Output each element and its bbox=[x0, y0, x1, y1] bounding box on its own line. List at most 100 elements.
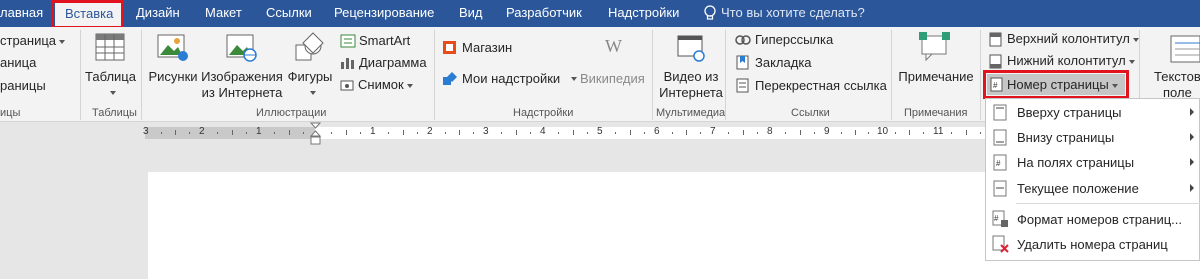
ruler-tick bbox=[686, 130, 687, 135]
ruler-tick bbox=[189, 132, 190, 134]
table-dropdown-icon[interactable] bbox=[110, 91, 116, 95]
page-margins-icon: # bbox=[993, 154, 1007, 171]
format-page-numbers-icon: # bbox=[992, 210, 1008, 227]
illustrations-group-label: Иллюстрации bbox=[256, 107, 327, 119]
online-video-icon bbox=[677, 35, 705, 62]
shapes-button[interactable]: Фигуры bbox=[285, 69, 335, 85]
ruler-tick bbox=[417, 132, 418, 134]
menu-item-label: Текущее положение bbox=[1017, 181, 1139, 196]
header-button[interactable]: Верхний колонтитул bbox=[1007, 31, 1139, 47]
ruler-tick bbox=[800, 130, 801, 135]
ruler-tick bbox=[895, 132, 896, 134]
online-video-label-1[interactable]: Видео из bbox=[656, 69, 726, 85]
store-button[interactable]: Магазин bbox=[462, 40, 512, 56]
ruler-number: 3 bbox=[483, 126, 489, 137]
ruler-tick bbox=[841, 132, 842, 134]
online-pictures-label-2[interactable]: из Интернета bbox=[199, 85, 285, 101]
ruler-tick bbox=[855, 130, 856, 135]
comment-icon bbox=[919, 32, 950, 62]
tab-layout[interactable]: Макет bbox=[205, 0, 242, 27]
group-divider bbox=[80, 30, 81, 120]
bookmark-button[interactable]: Закладка bbox=[755, 55, 812, 71]
ruler-tick bbox=[923, 132, 924, 134]
blank-page-button[interactable]: аница bbox=[0, 55, 36, 71]
top-of-page-icon bbox=[993, 104, 1007, 121]
ruler-tick bbox=[473, 132, 474, 134]
ruler-tick bbox=[757, 132, 758, 134]
textbox-label-1[interactable]: Текстов bbox=[1154, 69, 1200, 85]
shapes-icon bbox=[295, 32, 324, 61]
ruler-tick bbox=[980, 132, 981, 134]
ruler-number: 7 bbox=[710, 126, 716, 137]
tab-addins[interactable]: Надстройки bbox=[608, 0, 679, 27]
ruler-tick bbox=[303, 132, 304, 134]
menu-item-top-of-page[interactable]: Вверху страницы bbox=[986, 100, 1200, 125]
tab-design[interactable]: Дизайн bbox=[136, 0, 180, 27]
screenshot-button[interactable]: Снимок bbox=[358, 77, 413, 93]
submenu-arrow-icon bbox=[1190, 158, 1194, 166]
ruler-tick bbox=[966, 130, 967, 135]
online-pictures-label-1[interactable]: Изображения bbox=[199, 69, 285, 85]
my-addins-button[interactable]: Мои надстройки bbox=[462, 71, 560, 87]
comment-button[interactable]: Примечание bbox=[893, 69, 979, 85]
page-break-button[interactable]: раницы bbox=[0, 78, 46, 94]
chart-button[interactable]: Диаграмма bbox=[359, 55, 427, 71]
my-addins-dropdown-icon[interactable] bbox=[571, 77, 577, 81]
ruler-tick bbox=[161, 132, 162, 134]
group-divider bbox=[652, 30, 653, 120]
menu-separator bbox=[1016, 203, 1200, 204]
ruler-tick bbox=[403, 130, 404, 135]
screenshot-icon bbox=[340, 80, 354, 91]
smartart-button[interactable]: SmartArt bbox=[359, 33, 410, 49]
table-button[interactable]: Таблица bbox=[83, 69, 138, 85]
menu-item-label: Удалить номера страниц bbox=[1017, 237, 1168, 252]
indent-marker-icon[interactable] bbox=[310, 122, 322, 148]
ruler-number: 3 bbox=[143, 126, 149, 137]
ruler-tick bbox=[868, 132, 869, 134]
cover-page-button[interactable]: страница bbox=[0, 33, 66, 49]
cross-reference-icon bbox=[736, 78, 749, 93]
tab-home[interactable]: лавная bbox=[0, 0, 43, 27]
menu-item-label: На полях страницы bbox=[1017, 155, 1135, 170]
ruler-tick bbox=[951, 132, 952, 134]
pictures-icon bbox=[157, 34, 188, 61]
header-icon bbox=[989, 32, 1002, 47]
ruler-tick bbox=[587, 132, 588, 134]
ruler-tick bbox=[700, 132, 701, 134]
online-video-label-2[interactable]: Интернета bbox=[656, 85, 726, 101]
ruler-number: 8 bbox=[767, 126, 773, 137]
hyperlink-button[interactable]: Гиперссылка bbox=[755, 32, 833, 48]
menu-item-page-margins[interactable]: # На полях страницы bbox=[986, 150, 1200, 175]
menu-item-current-position[interactable]: Текущее положение bbox=[986, 176, 1200, 201]
ruler-tick bbox=[644, 132, 645, 134]
media-group-label: Мультимедиа bbox=[656, 107, 726, 119]
ruler-tick bbox=[814, 132, 815, 134]
menu-item-remove-page-numbers[interactable]: Удалить номера страниц bbox=[986, 232, 1200, 257]
ruler-number: 2 bbox=[427, 126, 433, 137]
ruler-tick bbox=[909, 130, 910, 135]
menu-item-label: Внизу страницы bbox=[1017, 130, 1115, 145]
tab-view[interactable]: Вид bbox=[459, 0, 483, 27]
ruler-tick bbox=[743, 130, 744, 135]
cross-reference-button[interactable]: Перекрестная ссылка bbox=[755, 78, 887, 94]
tab-references[interactable]: Ссылки bbox=[266, 0, 312, 27]
tab-developer[interactable]: Разработчик bbox=[506, 0, 582, 27]
wikipedia-button[interactable]: Википедия bbox=[580, 71, 645, 87]
ruler-tick bbox=[558, 132, 559, 134]
shapes-dropdown-icon[interactable] bbox=[310, 91, 316, 95]
ruler-tick bbox=[232, 130, 233, 135]
menu-item-bottom-of-page[interactable]: Внизу страницы bbox=[986, 125, 1200, 150]
ruler-tick bbox=[346, 130, 347, 135]
menu-item-format-page-numbers[interactable]: # Формат номеров страниц... bbox=[986, 207, 1200, 232]
my-addins-icon bbox=[443, 72, 457, 85]
footer-button[interactable]: Нижний колонтитул bbox=[1007, 53, 1135, 69]
tab-review[interactable]: Рецензирование bbox=[334, 0, 434, 27]
ruler-tick bbox=[516, 130, 517, 135]
pictures-button[interactable]: Рисунки bbox=[143, 69, 203, 85]
chart-icon bbox=[341, 58, 354, 69]
ruler-tick bbox=[630, 130, 631, 135]
ruler-tick bbox=[274, 132, 275, 134]
tell-me-input[interactable]: Что вы хотите сделать? bbox=[721, 0, 865, 27]
ruler-number: 9 bbox=[824, 126, 830, 137]
ruler-tick bbox=[615, 132, 616, 134]
